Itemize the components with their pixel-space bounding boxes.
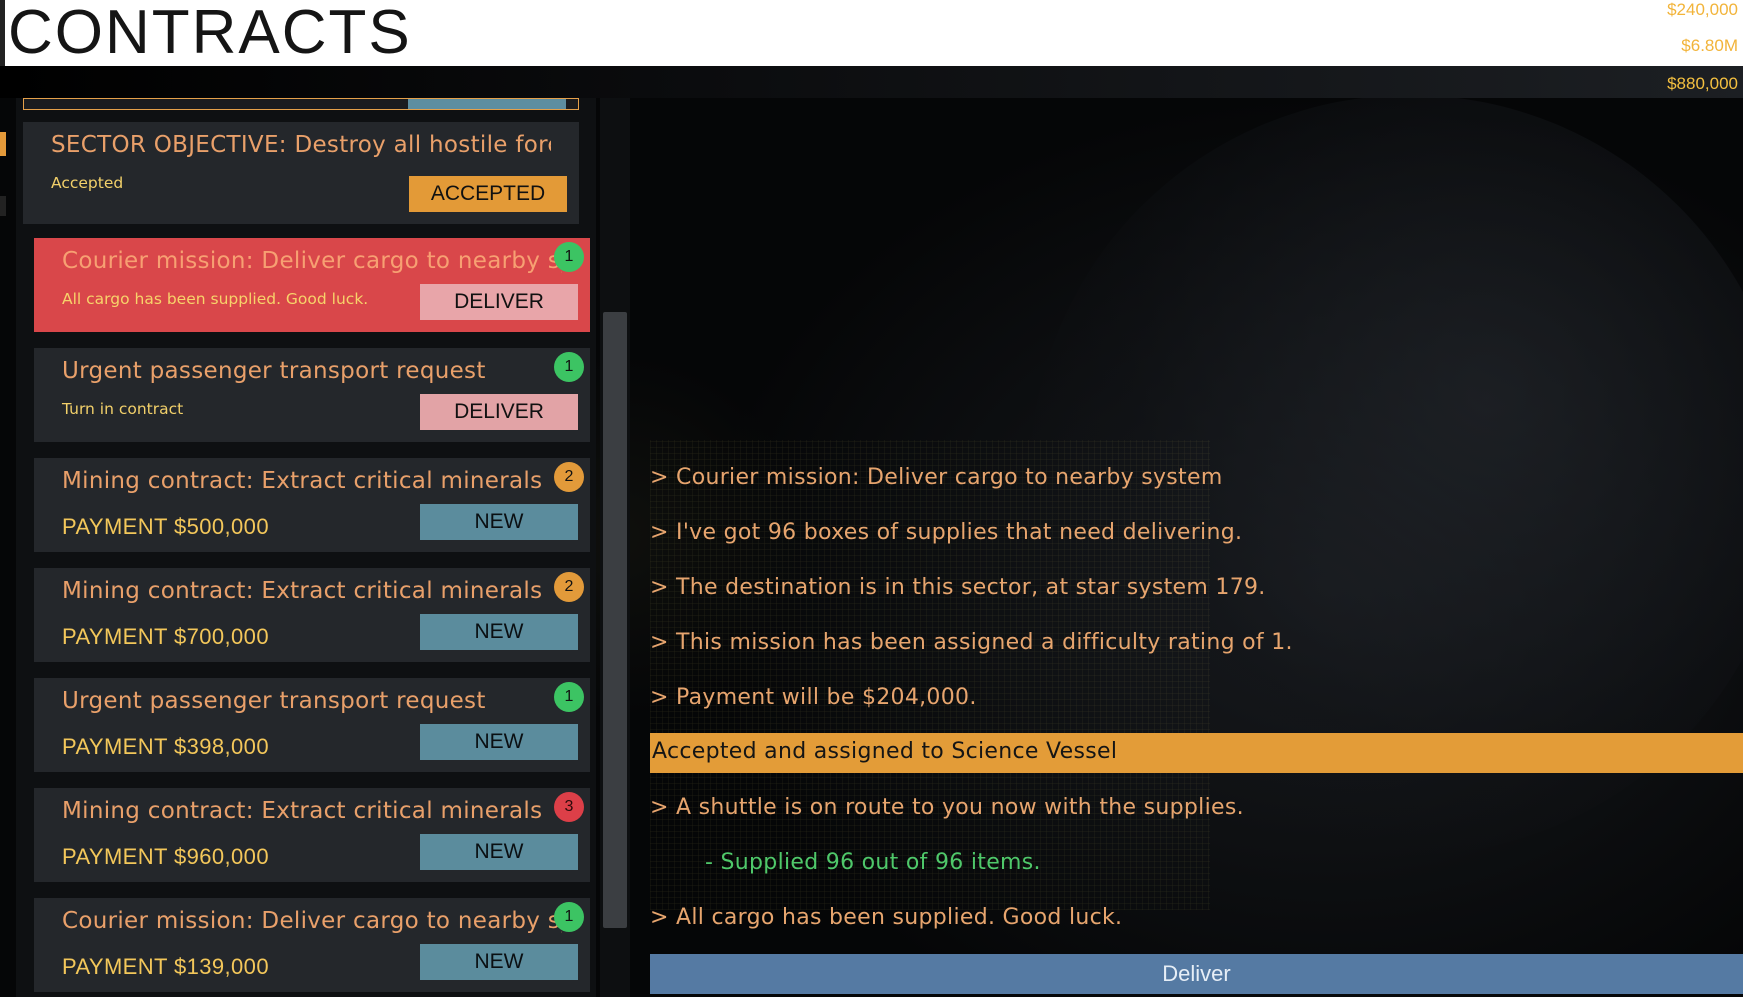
side-marker (0, 132, 6, 156)
contract-payment: PAYMENT $960,000 (62, 844, 269, 869)
deliver-main-button[interactable]: Deliver (650, 954, 1743, 994)
log-line: > The destination is in this sector, at … (650, 575, 1266, 600)
contract-card[interactable]: Courier mission: Deliver cargo to nearby… (34, 898, 590, 992)
assignment-text: Accepted and assigned to Science Vessel (652, 739, 1118, 764)
log-line: > I've got 96 boxes of supplies that nee… (650, 520, 1243, 545)
log-line: > A shuttle is on route to you now with … (650, 795, 1244, 820)
assignment-highlight: Accepted and assigned to Science Vessel (650, 733, 1743, 773)
contract-title: Courier mission: Deliver cargo to nearby… (62, 908, 562, 934)
contract-card[interactable]: SECTOR OBJECTIVE: Destroy all hostile fo… (23, 122, 579, 224)
header-edge (0, 0, 5, 66)
contract-title: Mining contract: Extract critical minera… (62, 578, 543, 604)
money-readout-3: $880,000 (1667, 74, 1738, 93)
contract-card[interactable]: Mining contract: Extract critical minera… (34, 458, 590, 552)
header: CONTRACTS (0, 0, 1743, 66)
difficulty-badge: 1 (554, 352, 584, 382)
scrollbar-thumb[interactable] (603, 312, 627, 928)
new-button[interactable]: NEW (420, 724, 578, 760)
log-line: > Payment will be $204,000. (650, 685, 977, 710)
log-line: > Courier mission: Deliver cargo to near… (650, 465, 1223, 490)
money-readout-2: $6.80M (1681, 36, 1738, 55)
contract-title: Urgent passenger transport request (62, 358, 486, 384)
contract-payment: PAYMENT $500,000 (62, 514, 269, 539)
difficulty-badge: 1 (554, 242, 584, 272)
contract-title: Mining contract: Extract critical minera… (62, 798, 543, 824)
new-button[interactable]: NEW (420, 614, 578, 650)
contract-status: Accepted (51, 174, 124, 192)
contract-title: Urgent passenger transport request (62, 688, 486, 714)
contract-payment: PAYMENT $139,000 (62, 954, 269, 979)
side-marker-dark (0, 196, 6, 216)
difficulty-badge: 1 (554, 902, 584, 932)
contract-title: Courier mission: Deliver cargo to nearby… (62, 248, 562, 274)
contract-title: SECTOR OBJECTIVE: Destroy all hostile fo… (51, 132, 551, 158)
difficulty-badge: 3 (554, 792, 584, 822)
contract-card[interactable]: Mining contract: Extract critical minera… (34, 568, 590, 662)
contract-card-partial[interactable] (23, 98, 579, 110)
money-readout-1: $240,000 (1667, 0, 1738, 19)
new-button[interactable]: NEW (420, 944, 578, 980)
difficulty-badge: 2 (554, 462, 584, 492)
difficulty-badge: 2 (554, 572, 584, 602)
supplied-line: - Supplied 96 out of 96 items. (705, 850, 1041, 875)
deliver-button[interactable]: DELIVER (420, 394, 578, 430)
page-title: CONTRACTS (8, 0, 412, 67)
contract-card[interactable]: Urgent passenger transport request Turn … (34, 348, 590, 442)
difficulty-badge: 1 (554, 682, 584, 712)
new-button[interactable]: NEW (420, 504, 578, 540)
circuit-pattern (650, 440, 1210, 910)
contract-card[interactable]: Urgent passenger transport request PAYME… (34, 678, 590, 772)
log-line: > This mission has been assigned a diffi… (650, 630, 1293, 655)
contract-status: All cargo has been supplied. Good luck. (62, 290, 369, 308)
contract-title: Mining contract: Extract critical minera… (62, 468, 543, 494)
new-button[interactable]: NEW (420, 834, 578, 870)
contract-payment: PAYMENT $398,000 (62, 734, 269, 759)
contract-card-selected[interactable]: Courier mission: Deliver cargo to nearby… (34, 238, 590, 332)
log-line: > All cargo has been supplied. Good luck… (650, 905, 1123, 930)
accepted-button[interactable]: ACCEPTED (409, 176, 567, 212)
contract-status: Turn in contract (62, 400, 184, 418)
contract-payment: PAYMENT $700,000 (62, 624, 269, 649)
partial-button[interactable] (408, 99, 566, 109)
top-bar (0, 66, 1743, 98)
deliver-button[interactable]: DELIVER (420, 284, 578, 320)
contract-card[interactable]: Mining contract: Extract critical minera… (34, 788, 590, 882)
